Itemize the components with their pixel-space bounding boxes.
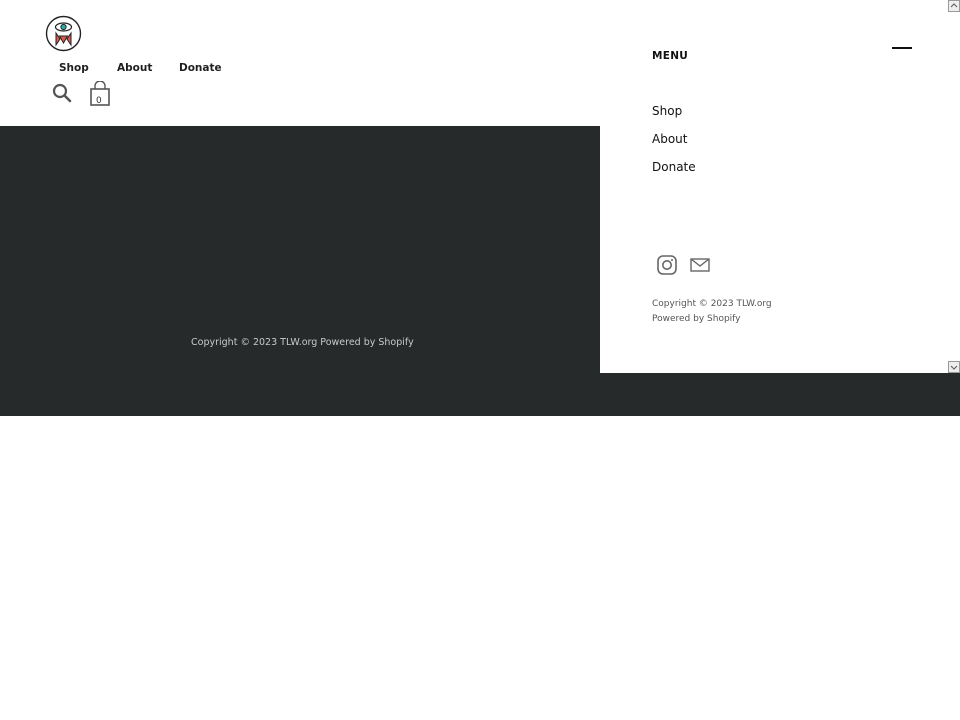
- mail-icon[interactable]: [689, 254, 711, 276]
- drawer-link-donate[interactable]: Donate: [652, 160, 696, 174]
- search-icon[interactable]: [52, 83, 72, 103]
- chevron-up-icon: [950, 3, 958, 8]
- scroll-down-button[interactable]: [948, 361, 960, 373]
- close-icon[interactable]: [892, 47, 912, 49]
- footer-copyright: Copyright © 2023 TLW.org Powered by Shop…: [191, 337, 414, 348]
- drawer-title: MENU: [652, 50, 689, 62]
- drawer-powered-by: Powered by Shopify: [652, 314, 741, 324]
- drawer-link-about[interactable]: About: [652, 132, 687, 146]
- logo-icon: [45, 15, 82, 52]
- nav-donate[interactable]: Donate: [179, 62, 222, 74]
- site-logo[interactable]: [45, 15, 82, 52]
- nav-about[interactable]: About: [117, 62, 152, 74]
- instagram-icon[interactable]: [656, 254, 678, 276]
- nav-shop[interactable]: Shop: [59, 62, 89, 74]
- chevron-down-icon: [950, 365, 958, 370]
- scroll-up-button[interactable]: [948, 0, 960, 12]
- cart-count: 0: [96, 96, 102, 106]
- drawer-link-shop[interactable]: Shop: [652, 104, 682, 118]
- menu-drawer: MENU Shop About Donate Copyright © 2023 …: [600, 0, 960, 373]
- drawer-copyright: Copyright © 2023 TLW.org: [652, 299, 772, 309]
